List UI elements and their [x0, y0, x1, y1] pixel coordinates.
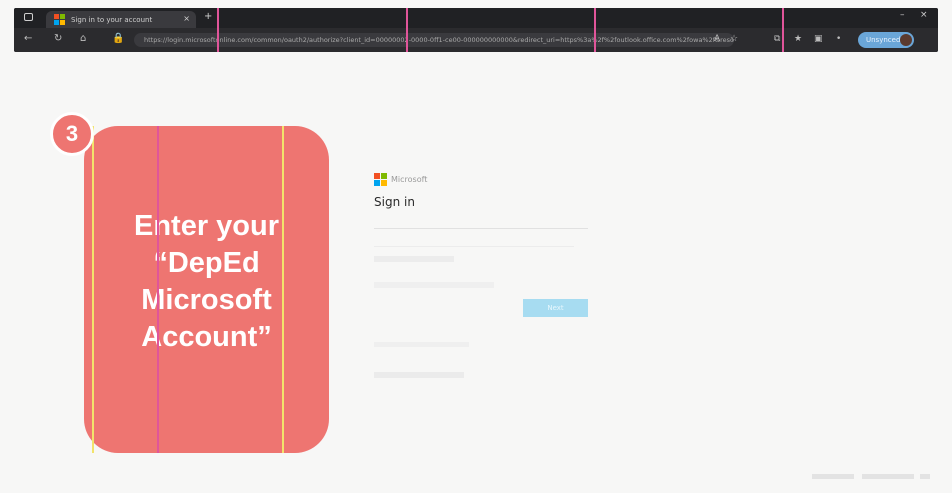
new-tab-button[interactable]: +: [204, 11, 212, 22]
tab-strip: Sign in to your account × + – ×: [14, 8, 938, 28]
lock-icon: 🔒: [112, 33, 125, 44]
profile-label: Unsynced: [866, 36, 901, 44]
microsoft-brand: Microsoft: [374, 173, 427, 186]
guide-line: [594, 8, 596, 52]
microsoft-logo-icon: [54, 14, 65, 25]
email-field[interactable]: [374, 228, 588, 229]
address-bar[interactable]: https://login.microsoftonline.com/common…: [134, 33, 734, 47]
home-icon[interactable]: ⌂: [80, 33, 86, 44]
tab-actions-icon[interactable]: [24, 13, 33, 21]
privacy-link[interactable]: [862, 474, 914, 479]
more-icon[interactable]: •: [836, 34, 841, 44]
profile-button[interactable]: Unsynced: [858, 32, 914, 48]
cant-access-link[interactable]: [374, 282, 494, 288]
guide-line: [92, 126, 94, 453]
instruction-card: Enter your “DepEd Microsoft Account”: [84, 126, 329, 453]
sign-in-options[interactable]: [374, 342, 469, 347]
guide-line: [282, 126, 284, 453]
refresh-icon[interactable]: ↻: [54, 33, 62, 44]
instruction-text: Enter your “DepEd Microsoft Account”: [84, 208, 329, 356]
instruction-line: “DepEd: [153, 247, 260, 279]
read-aloud-icon[interactable]: A: [714, 34, 720, 44]
guide-line: [217, 8, 219, 52]
back-icon[interactable]: ←: [24, 33, 32, 44]
instruction-line: Microsoft: [141, 284, 272, 316]
favorites-icon[interactable]: ★: [794, 34, 802, 44]
step-badge: 3: [50, 112, 94, 156]
brand-name: Microsoft: [391, 175, 428, 184]
instruction-line: Account”: [141, 321, 272, 353]
collections-icon[interactable]: ▣: [814, 34, 823, 44]
tab-close-icon[interactable]: ×: [183, 14, 190, 23]
no-account-link[interactable]: [374, 256, 454, 262]
terms-link[interactable]: [812, 474, 854, 479]
star-icon[interactable]: ☆: [730, 34, 738, 44]
browser-window: Sign in to your account × + – × ← ↻ ⌂ 🔒 …: [14, 8, 938, 52]
minimize-button[interactable]: –: [900, 10, 905, 20]
instruction-line: Enter your: [133, 210, 280, 242]
guide-line: [406, 8, 408, 52]
tab-title: Sign in to your account: [71, 15, 153, 24]
tab-sign-in[interactable]: Sign in to your account ×: [46, 11, 196, 28]
next-button[interactable]: Next: [523, 299, 588, 317]
sign-in-options-link[interactable]: [374, 372, 464, 378]
divider: [374, 246, 574, 247]
close-window-button[interactable]: ×: [920, 10, 928, 20]
browser-toolbar: ← ↻ ⌂ 🔒 https://login.microsoftonline.co…: [14, 28, 938, 52]
page-title: Sign in: [374, 195, 415, 209]
footer-more-icon[interactable]: [920, 474, 930, 479]
guide-line: [157, 126, 159, 453]
microsoft-logo-icon: [374, 173, 387, 186]
avatar: [900, 34, 912, 46]
guide-line: [782, 8, 784, 52]
extensions-icon[interactable]: ⧉: [774, 34, 780, 44]
